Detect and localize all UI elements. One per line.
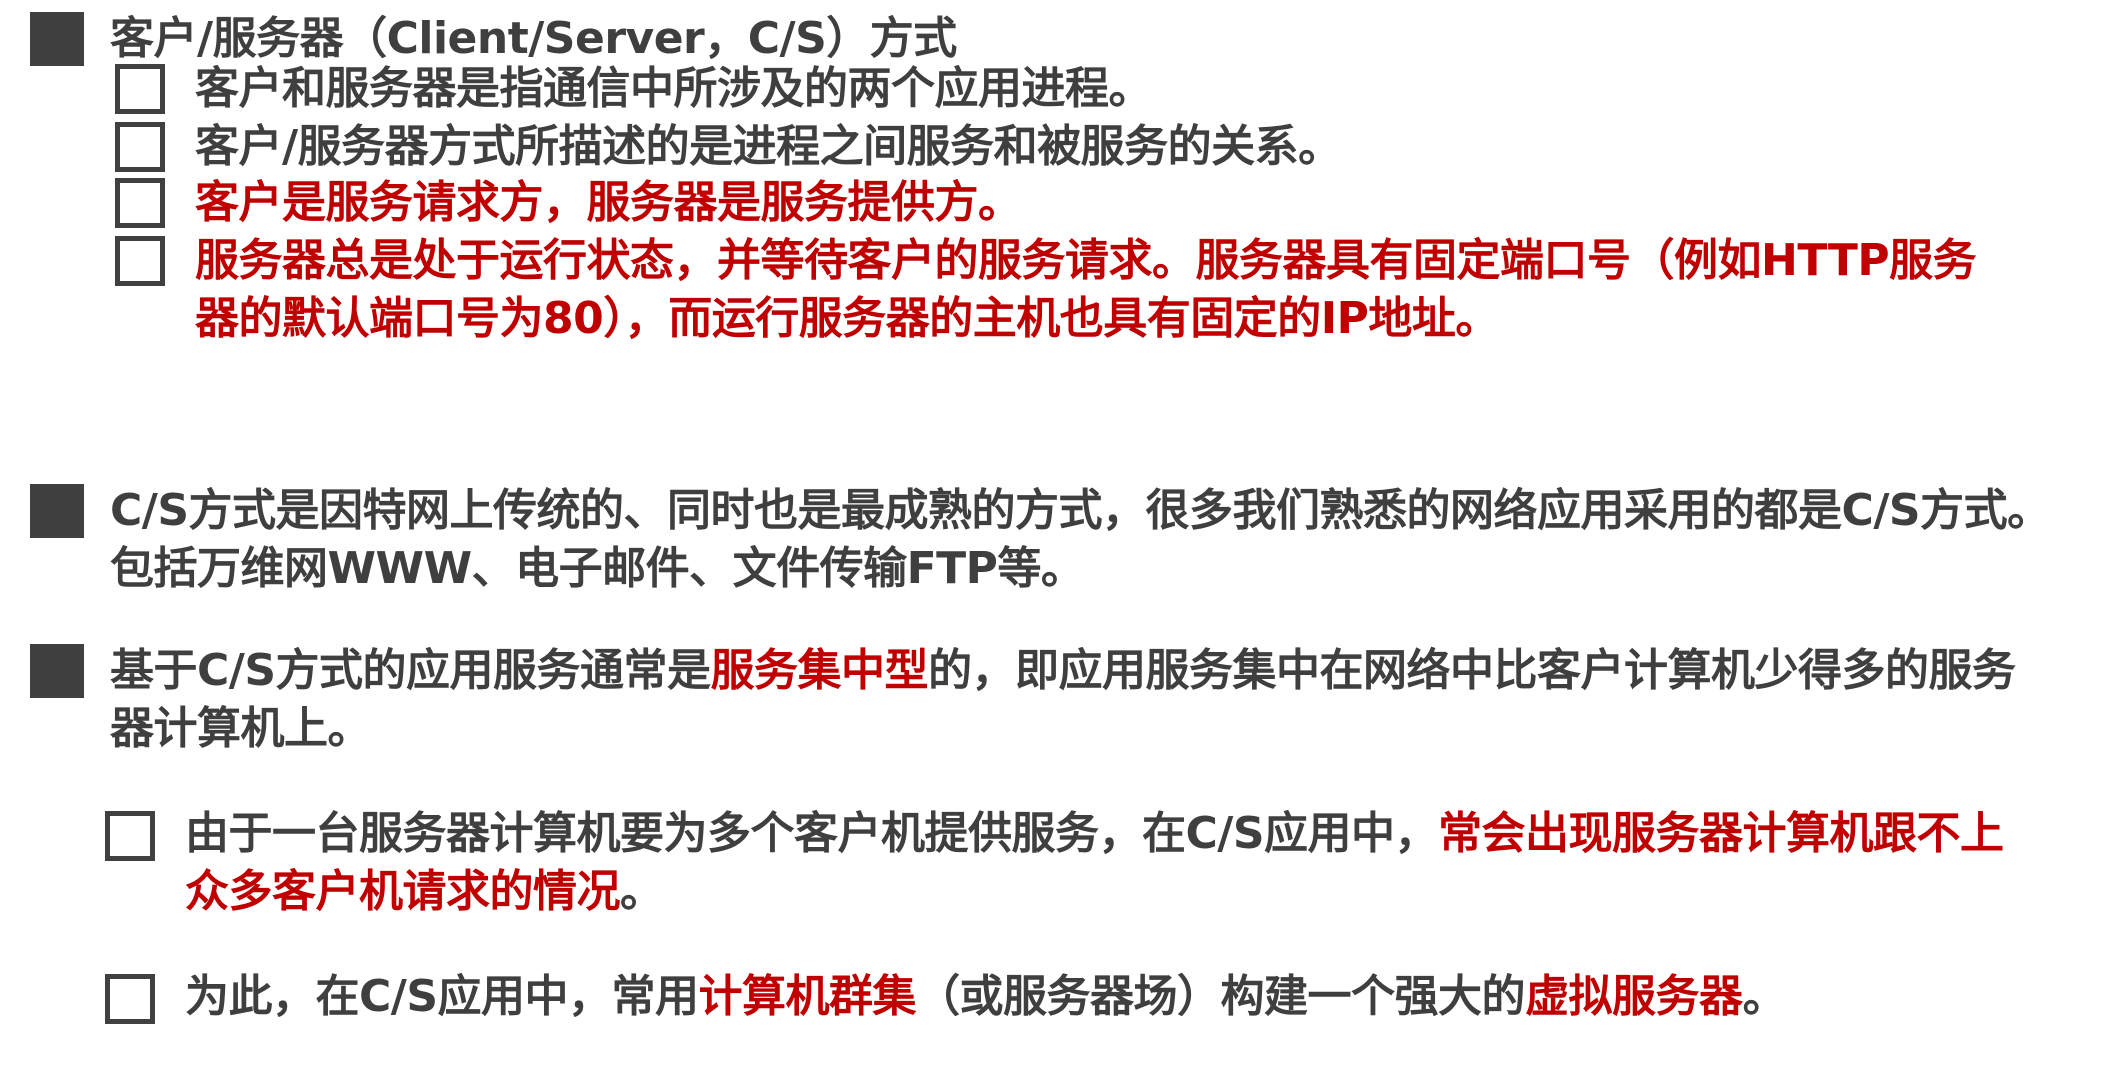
bullet-item-cs-traditional: C/S方式是因特网上传统的、同时也是最成熟的方式，很多我们熟悉的网络应用采用的都… [30,482,2110,598]
hollow-square-icon [105,974,155,1024]
text-segment: 由于一台服务器计算机要为多个客户机提供服务，在C/S应用中， [185,808,1439,859]
sub-item-text: 为此，在C/S应用中，常用计算机群集（或服务器场）构建一个强大的虚拟服务器。 [185,968,2095,1026]
text-segment: 的，即应用服务集中在网络中比客户计算机少得多的服务 [928,645,2016,696]
sub-item-2: 客户/服务器方式所描述的是进程之间服务和被服务的关系。 [115,118,2095,176]
sub-item-text: 客户和服务器是指通信中所涉及的两个应用进程。 [195,63,1153,114]
sub-item-6: 为此，在C/S应用中，常用计算机群集（或服务器场）构建一个强大的虚拟服务器。 [105,968,2095,1026]
text-segment: 基于C/S方式的应用服务通常是 [110,645,711,696]
bullet-text: C/S方式是因特网上传统的、同时也是最成熟的方式，很多我们熟悉的网络应用采用的都… [110,485,2051,536]
text-segment: 。 [1742,971,1787,1022]
text-segment-emphasis: 计算机群集 [698,971,917,1022]
hollow-square-icon [115,236,165,286]
bullet-text: 基于C/S方式的应用服务通常是服务集中型的，即应用服务集中在网络中比客户计算机少… [110,642,2110,700]
sub-item-5: 由于一台服务器计算机要为多个客户机提供服务，在C/S应用中，常会出现服务器计算机… [105,805,2095,921]
text-segment: 为此，在C/S应用中，常用 [185,971,699,1022]
text-segment-emphasis: 常会出现服务器计算机跟不上 [1438,808,2004,859]
bullet-text: 包括万维网WWW、电子邮件、文件传输FTP等。 [110,543,1085,594]
hollow-square-icon [115,178,165,228]
slide: 客户/服务器（Client/Server，C/S）方式 客户和服务器是指通信中所… [0,0,2123,1066]
text-segment-emphasis: 众多客户机请求的情况 [185,866,621,917]
hollow-square-icon [115,64,165,114]
text-segment: 。 [620,866,664,917]
sub-item-3: 客户是服务请求方，服务器是服务提供方。 [115,174,2095,232]
hollow-square-icon [115,122,165,172]
text-segment: （或服务器场）构建一个强大的 [916,971,1526,1022]
sub-item-4: 服务器总是处于运行状态，并等待客户的服务请求。服务器具有固定端口号（例如HTTP… [115,232,2095,348]
filled-square-icon [30,12,84,66]
sub-item-text-emphasis: 客户是服务请求方，服务器是服务提供方。 [195,177,1022,228]
sub-item-text: 众多客户机请求的情况。 [185,863,2095,921]
filled-square-icon [30,484,84,538]
bullet-item-service-centralized: 基于C/S方式的应用服务通常是服务集中型的，即应用服务集中在网络中比客户计算机少… [30,642,2110,758]
bullet-text: 器计算机上。 [110,703,372,754]
filled-square-icon [30,644,84,698]
text-segment-emphasis: 虚拟服务器 [1525,971,1743,1022]
sub-item-text-emphasis: 器的默认端口号为80），而运行服务器的主机也具有固定的IP地址。 [195,293,1499,344]
hollow-square-icon [105,811,155,861]
sub-item-text: 由于一台服务器计算机要为多个客户机提供服务，在C/S应用中，常会出现服务器计算机… [185,805,2095,863]
text-segment-emphasis: 服务集中型 [710,645,929,696]
sub-item-text: 客户/服务器方式所描述的是进程之间服务和被服务的关系。 [195,121,1342,172]
sub-item-1: 客户和服务器是指通信中所涉及的两个应用进程。 [115,60,2095,118]
sub-item-text-emphasis: 服务器总是处于运行状态，并等待客户的服务请求。服务器具有固定端口号（例如HTTP… [195,235,1977,286]
